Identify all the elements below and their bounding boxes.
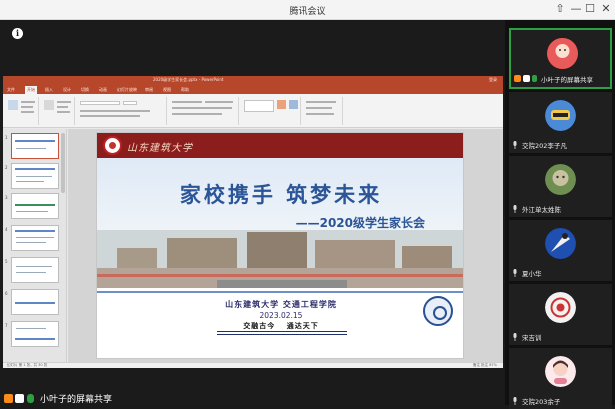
current-slide: 山东建筑大学 家校携手 筑梦未来 ——2020级学生家长会 山东建筑大学 交通工… [96,132,464,359]
participant-name: 宋吉训 [522,334,542,342]
slide-slogan: 家校携手 筑梦未来 [179,183,383,207]
thumbnail-scrollbar[interactable] [61,133,65,193]
ppt-status-slide: 幻灯片 第 1 张，共 30 张 [7,363,48,367]
participant-gallery[interactable]: 小叶子的屏幕共享 交院202李子凡 外江单太姓陈 夏小华 宋吉训 交院203余子 [505,20,615,409]
window-titlebar: 腾讯会议 ⇧ — ☐ ✕ [0,0,615,20]
avatar [547,38,578,69]
pin-icon[interactable]: ⇧ [552,2,568,15]
ppt-tab-design[interactable]: 设计 [63,87,71,93]
slide-motto: 交融古今 通达天下 [243,321,319,330]
info-icon[interactable]: i [12,28,23,39]
share-label: 小叶子的屏幕共享 [40,395,113,405]
ppt-tab-animations[interactable]: 动画 [99,87,107,93]
participant-name: 外江单太姓陈 [522,206,561,214]
participant-tile[interactable]: 小叶子的屏幕共享 [509,28,612,89]
ribbon-group-paragraph[interactable] [169,97,239,125]
slide-hero: 家校携手 筑梦未来 ——2020级学生家长会 [97,158,463,288]
ppt-user[interactable]: 登录 [489,77,497,83]
mic-icon [513,333,517,341]
avatar [545,228,576,259]
close-button[interactable]: ✕ [598,2,614,15]
avatar [545,164,576,195]
campus-photo [97,230,463,288]
footer-divider [97,291,463,293]
avatar [545,356,576,387]
participant-tile[interactable]: 交院203余子 [509,348,612,409]
slide-thumbnail[interactable] [11,133,59,159]
mic-icon [513,397,517,405]
ppt-tab-insert[interactable]: 插入 [45,87,53,93]
slide-thumbnail[interactable] [11,193,59,219]
slide-subtitle: ——2020级学生家长会 [295,216,425,230]
ppt-status-zoom[interactable]: 备注 批注 87% [473,363,497,368]
ppt-tab-help[interactable]: 帮助 [181,87,189,93]
ppt-tab-home[interactable]: 开始 [25,86,37,94]
participant-tile[interactable]: 外江单太姓陈 [509,156,612,217]
ppt-statusbar: 幻灯片 第 1 张，共 30 张 备注 批注 87% [3,362,503,368]
ppt-tab-slideshow[interactable]: 幻灯片放映 [117,87,137,93]
slide-college: 山东建筑大学 交通工程学院 [225,299,337,309]
ppt-titlebar: 2020级学生家长会.pptx - PowerPoint 登录 [3,76,503,85]
slide-thumbnail[interactable] [11,225,59,251]
slide-thumbnail-pane[interactable]: 1 2 3 4 5 6 7 [3,129,67,362]
mic-icon [532,75,537,82]
window-title: 腾讯会议 [289,7,326,17]
mic-icon [513,269,517,277]
ppt-ribbon [3,94,503,128]
user-icon [4,394,13,403]
slide-thumbnail[interactable] [11,321,59,347]
slide-thumbnail[interactable] [11,257,59,283]
participant-tile[interactable]: 宋吉训 [509,284,612,345]
powerpoint-window: 2020级学生家长会.pptx - PowerPoint 登录 文件 开始 插入… [3,76,503,368]
participant-name: 交院202李子凡 [522,142,567,150]
ppt-doc-title: 2020级学生家长会.pptx - PowerPoint [153,77,224,82]
ribbon-group-drawing[interactable] [241,97,301,125]
avatar [545,100,576,131]
participant-tile[interactable]: 夏小华 [509,220,612,281]
participant-tile[interactable]: 交院202李子凡 [509,92,612,153]
ribbon-group-slides[interactable] [41,97,75,125]
mic-icon [513,141,517,149]
motto-underline [217,331,347,335]
shared-screen-stage[interactable]: i 2020级学生家长会.pptx - PowerPoint 登录 文件 开始 … [0,20,505,405]
ribbon-group-editing[interactable] [303,97,343,125]
college-emblem-icon [423,296,453,326]
screen-share-icon [523,75,530,82]
maximize-button[interactable]: ☐ [582,2,598,15]
ribbon-group-font[interactable] [77,97,167,125]
ribbon-group-clipboard[interactable] [5,97,39,125]
slide-thumbnail[interactable] [11,163,59,189]
ppt-tab-view[interactable]: 视图 [163,87,171,93]
mic-icon [27,394,34,403]
university-logo-text: 山东建筑大学 [127,143,193,154]
participant-name: 小叶子的屏幕共享 [541,76,593,84]
ppt-tab-file[interactable]: 文件 [7,87,15,93]
slide-thumbnail[interactable] [11,289,59,315]
ppt-tab-transitions[interactable]: 切换 [81,87,89,93]
university-seal-icon [103,136,122,155]
slide-date: 2023.02.15 [259,311,303,320]
slide-canvas[interactable]: 山东建筑大学 家校携手 筑梦未来 ——2020级学生家长会 山东建筑大学 交通工… [68,129,503,362]
screen-share-indicator[interactable]: 小叶子的屏幕共享 [0,391,170,405]
ppt-tab-review[interactable]: 审阅 [145,87,153,93]
avatar [545,292,576,323]
screen-share-icon [15,394,24,403]
mic-icon [513,205,517,213]
participant-name: 夏小华 [522,270,542,278]
user-icon [514,75,521,82]
ppt-ribbon-tabs: 文件 开始 插入 设计 切换 动画 幻灯片放映 审阅 视图 帮助 [3,85,503,94]
